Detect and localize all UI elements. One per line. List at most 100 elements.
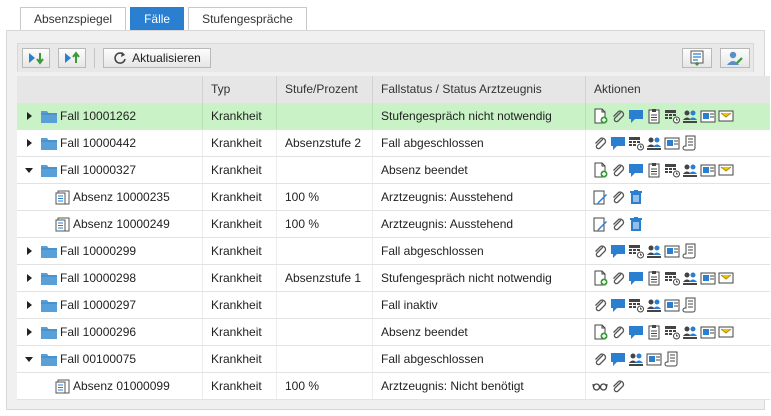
clipboard-icon[interactable] <box>646 108 662 124</box>
people-icon[interactable] <box>646 243 662 259</box>
people-icon[interactable] <box>682 108 698 124</box>
row-name[interactable]: Fall 10000297 <box>60 292 136 318</box>
attach-icon[interactable] <box>592 351 608 367</box>
scroll-icon[interactable] <box>682 243 698 259</box>
comment-icon[interactable] <box>628 270 644 286</box>
expand-toggle-icon[interactable] <box>25 327 35 337</box>
column-header-name[interactable] <box>17 76 203 103</box>
glasses-icon[interactable] <box>592 378 608 394</box>
column-header-level[interactable]: Stufe/Prozent <box>277 76 373 103</box>
expand-toggle-icon[interactable] <box>25 300 35 310</box>
collapse-all-button[interactable] <box>58 48 86 68</box>
expand-toggle-icon[interactable] <box>25 138 35 148</box>
people-icon[interactable] <box>682 162 698 178</box>
attach-icon[interactable] <box>610 378 626 394</box>
table-row[interactable]: Fall 10000297 Krankheit Fall inaktiv <box>17 292 770 319</box>
people-icon[interactable] <box>682 324 698 340</box>
expand-all-button[interactable] <box>22 48 50 68</box>
tab-0[interactable]: Absenzspiegel <box>20 7 127 30</box>
attach-icon[interactable] <box>592 135 608 151</box>
column-header-type[interactable]: Typ <box>203 76 277 103</box>
clipboard-icon[interactable] <box>646 162 662 178</box>
trash-icon[interactable] <box>628 216 644 232</box>
row-name[interactable]: Fall 10001262 <box>60 103 136 129</box>
export-button[interactable] <box>682 48 712 68</box>
table-row[interactable]: Fall 10000298 Krankheit Absenzstufe 1 Stufe… <box>17 265 770 292</box>
expand-toggle-icon[interactable] <box>25 165 35 175</box>
contact-icon[interactable] <box>700 270 716 286</box>
clipboard-icon[interactable] <box>646 324 662 340</box>
table-row[interactable]: Absenz 10000249 Krankheit 100 % Arztzeugnis… <box>17 211 770 238</box>
calendar-icon[interactable] <box>664 270 680 286</box>
column-header-status[interactable]: Fallstatus / Status Arztzeugnis <box>373 76 586 103</box>
new-document-icon[interactable] <box>592 270 608 286</box>
mail-icon[interactable] <box>718 108 734 124</box>
scroll-icon[interactable] <box>664 351 680 367</box>
new-document-icon[interactable] <box>592 162 608 178</box>
people-icon[interactable] <box>682 270 698 286</box>
row-name[interactable]: Fall 10000327 <box>60 157 136 183</box>
comment-icon[interactable] <box>628 324 644 340</box>
attach-icon[interactable] <box>592 297 608 313</box>
attach-icon[interactable] <box>610 108 626 124</box>
table-row[interactable]: Fall 10000442 Krankheit Absenzstufe 2 Fall … <box>17 130 770 157</box>
comment-icon[interactable] <box>610 351 626 367</box>
tab-2[interactable]: Stufengespräche <box>188 7 307 30</box>
comment-icon[interactable] <box>628 162 644 178</box>
row-name[interactable]: Absenz 10000235 <box>73 184 170 210</box>
table-row[interactable]: Absenz 10000235 Krankheit 100 % Arztzeugnis… <box>17 184 770 211</box>
table-row[interactable]: Fall 00100075 Krankheit Fall abgeschlossen <box>17 346 770 373</box>
new-document-icon[interactable] <box>592 108 608 124</box>
expand-toggle-icon[interactable] <box>25 354 35 364</box>
scroll-icon[interactable] <box>682 135 698 151</box>
contact-icon[interactable] <box>664 297 680 313</box>
row-name[interactable]: Fall 10000296 <box>60 319 136 345</box>
row-name[interactable]: Absenz 10000249 <box>73 211 170 237</box>
contact-icon[interactable] <box>646 351 662 367</box>
edit-icon[interactable] <box>592 216 608 232</box>
contact-icon[interactable] <box>700 162 716 178</box>
calendar-icon[interactable] <box>628 135 644 151</box>
row-name[interactable]: Fall 10000298 <box>60 265 136 291</box>
trash-icon[interactable] <box>628 189 644 205</box>
attach-icon[interactable] <box>592 243 608 259</box>
row-name[interactable]: Fall 10000442 <box>60 130 136 156</box>
contact-icon[interactable] <box>700 108 716 124</box>
row-name[interactable]: Fall 00100075 <box>60 346 136 372</box>
calendar-icon[interactable] <box>664 162 680 178</box>
comment-icon[interactable] <box>610 243 626 259</box>
table-row[interactable]: Fall 10000327 Krankheit Absenz beendet <box>17 157 770 184</box>
table-row[interactable]: Absenz 01000099 Krankheit 100 % Arztzeugnis… <box>17 373 770 400</box>
comment-icon[interactable] <box>610 297 626 313</box>
people-icon[interactable] <box>646 135 662 151</box>
attach-icon[interactable] <box>610 189 626 205</box>
expand-toggle-icon[interactable] <box>25 246 35 256</box>
row-name[interactable]: Absenz 01000099 <box>73 373 170 399</box>
table-row[interactable]: Fall 10000299 Krankheit Fall abgeschlossen <box>17 238 770 265</box>
scroll-icon[interactable] <box>682 297 698 313</box>
contact-icon[interactable] <box>664 135 680 151</box>
attach-icon[interactable] <box>610 324 626 340</box>
user-settings-button[interactable] <box>720 48 750 68</box>
mail-icon[interactable] <box>718 270 734 286</box>
table-row[interactable]: Fall 10001262 Krankheit Stufengespräch nic… <box>17 103 770 130</box>
calendar-icon[interactable] <box>628 243 644 259</box>
attach-icon[interactable] <box>610 162 626 178</box>
attach-icon[interactable] <box>610 216 626 232</box>
clipboard-icon[interactable] <box>646 270 662 286</box>
comment-icon[interactable] <box>610 135 626 151</box>
tab-1[interactable]: Fälle <box>130 7 185 30</box>
table-row[interactable]: Fall 10000296 Krankheit Absenz beendet <box>17 319 770 346</box>
attach-icon[interactable] <box>610 270 626 286</box>
people-icon[interactable] <box>628 351 644 367</box>
calendar-icon[interactable] <box>628 297 644 313</box>
comment-icon[interactable] <box>628 108 644 124</box>
people-icon[interactable] <box>646 297 662 313</box>
mail-icon[interactable] <box>718 162 734 178</box>
calendar-icon[interactable] <box>664 108 680 124</box>
expand-toggle-icon[interactable] <box>25 111 35 121</box>
refresh-button[interactable]: Aktualisieren <box>103 48 211 68</box>
edit-icon[interactable] <box>592 189 608 205</box>
row-name[interactable]: Fall 10000299 <box>60 238 136 264</box>
mail-icon[interactable] <box>718 324 734 340</box>
